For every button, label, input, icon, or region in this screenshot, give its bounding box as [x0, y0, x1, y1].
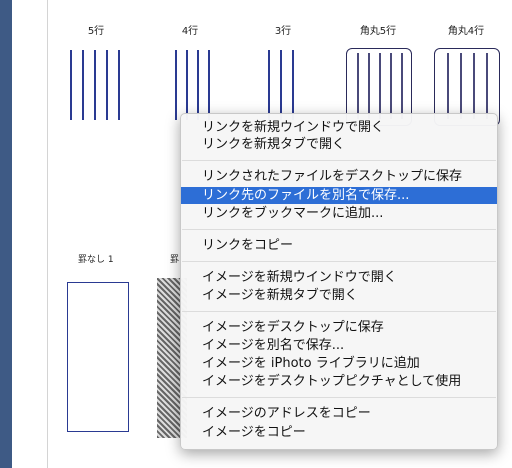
menu-separator [182, 261, 496, 262]
menu-item-use-image-desktop-picture[interactable]: イメージをデスクトップピクチャとして使用 [181, 373, 497, 390]
menu-item-open-image-new-window[interactable]: イメージを新規ウインドウで開く [181, 269, 497, 286]
menu-item-open-link-new-window[interactable]: リンクを新規ウインドウで開く [181, 119, 497, 136]
lower-label-partial: 罫 [170, 255, 180, 265]
menu-item-copy-image[interactable]: イメージをコピー [181, 424, 497, 441]
column-label-4-lines: 4行 [181, 26, 199, 37]
lower-label-no-rule: 罫なし 1 [78, 255, 114, 265]
content-divider [47, 0, 48, 468]
menu-separator [182, 229, 496, 230]
menu-item-save-linked-file-desktop[interactable]: リンクされたファイルをデスクトップに保存 [181, 168, 497, 185]
menu-item-save-image-desktop[interactable]: イメージをデスクトップに保存 [181, 319, 497, 336]
column-label-3-lines: 3行 [274, 26, 292, 37]
menu-item-open-link-new-tab[interactable]: リンクを新規タブで開く [181, 136, 497, 153]
menu-item-save-link-as[interactable]: リンク先のファイルを別名で保存... [181, 187, 497, 204]
ruled-sample-4-lines[interactable] [175, 50, 215, 120]
ruled-sample-5-lines[interactable] [70, 50, 130, 120]
menu-separator [182, 311, 496, 312]
menu-item-copy-image-address[interactable]: イメージのアドレスをコピー [181, 405, 497, 422]
menu-separator [182, 397, 496, 398]
column-label-5-lines: 5行 [87, 26, 105, 37]
context-menu: リンクを新規ウインドウで開く リンクを新規タブで開く リンクされたファイルをデス… [180, 113, 498, 450]
left-sidebar-strip [0, 0, 12, 468]
menu-separator [182, 160, 496, 161]
menu-item-save-image-as[interactable]: イメージを別名で保存... [181, 337, 497, 354]
menu-item-bookmark-link[interactable]: リンクをブックマークに追加... [181, 205, 497, 222]
column-label-rounded-5-lines: 角丸5行 [359, 26, 397, 37]
menu-item-copy-link[interactable]: リンクをコピー [181, 237, 497, 254]
column-label-rounded-4-lines: 角丸4行 [447, 26, 485, 37]
menu-item-open-image-new-tab[interactable]: イメージを新規タブで開く [181, 287, 497, 304]
ruled-sample-3-lines[interactable] [268, 50, 308, 120]
blank-sample-box[interactable] [67, 282, 129, 432]
menu-item-add-image-iphoto[interactable]: イメージを iPhoto ライブラリに追加 [181, 355, 497, 372]
